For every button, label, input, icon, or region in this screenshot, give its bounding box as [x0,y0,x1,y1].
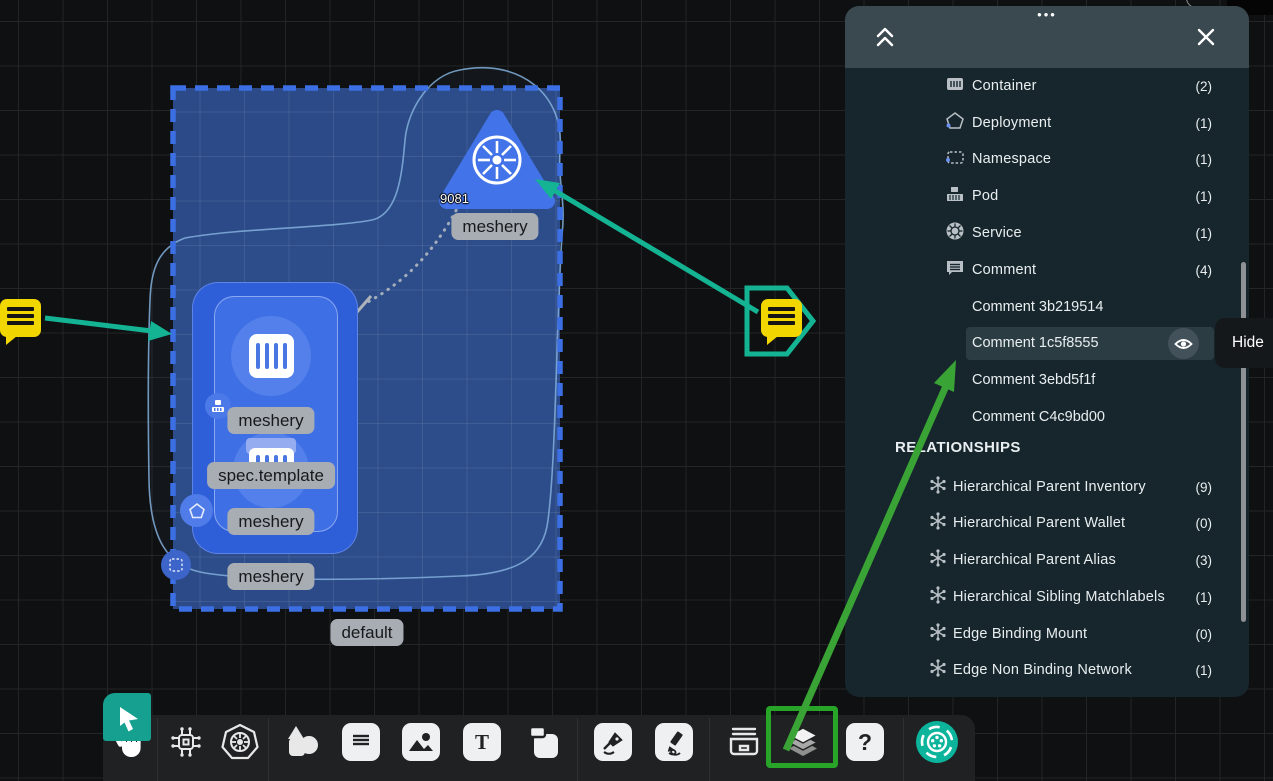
relationships-header: RELATIONSHIPS [895,439,1021,456]
component-tool-button[interactable] [167,723,205,761]
comment-tool-button[interactable] [342,723,380,761]
bottom-toolbar: T [103,715,975,781]
panel-row-pod[interactable]: Pod (1) [845,184,1249,208]
drawer-icon [726,725,762,759]
pod-template-label: spec.template [207,462,335,489]
image-tool-button[interactable] [402,723,440,761]
panel-row-service[interactable]: Service (1) [845,221,1249,245]
cursor-icon [113,703,141,731]
relationship-row[interactable]: Hierarchical Parent Wallet (0) [845,511,1249,535]
relationship-icon [928,548,948,568]
pen-icon [600,729,626,755]
panel-row-container[interactable]: Container (2) [845,74,1249,98]
elements-panel: Container (2) Deployment (1) Namespace (… [845,68,1249,697]
relationship-icon [928,511,948,531]
kubernetes-wheel-icon [474,137,520,183]
eye-icon [1174,337,1193,351]
image-icon [408,729,434,755]
pen-tool-button[interactable] [594,723,632,761]
relationship-icon [928,658,948,678]
panel-row-namespace[interactable]: Namespace (1) [845,147,1249,171]
panel-drag-handle[interactable]: ••• [845,7,1249,22]
frame-icon [526,724,562,760]
meshery-logo-icon [915,720,959,764]
container-icon [945,74,965,94]
namespace-icon [945,147,965,167]
relationship-row[interactable]: Hierarchical Sibling Matchlabels (1) [845,585,1249,609]
comment-node-left[interactable] [0,299,41,337]
text-tool-glyph: T [475,730,489,755]
comment-icon [945,258,965,278]
relationship-icon [928,622,948,642]
comment-item[interactable]: Comment 3b219514 [972,295,1103,319]
comment-icon [7,307,34,328]
meshery-design-canvas: meshery spec.template meshery meshery me… [0,0,1273,781]
pod-icon [945,184,965,204]
deployment-icon [945,111,965,131]
help-glyph: ? [858,729,872,756]
namespace-badge-icon [161,550,191,580]
panel-row-deployment[interactable]: Deployment (1) [845,111,1249,135]
relationship-icon [928,585,948,605]
hide-tooltip: Hide [1215,318,1273,368]
text-tool-button[interactable]: T [463,723,501,761]
kubernetes-tool-button[interactable] [221,723,259,761]
relationship-row[interactable]: Hierarchical Parent Inventory (9) [845,475,1249,499]
relationship-row[interactable]: Edge Non Binding Network (1) [845,658,1249,682]
comment-arrow-right [535,179,758,312]
relationship-row[interactable]: Edge Binding Mount (0) [845,622,1249,646]
deployment-label: meshery [227,563,314,590]
shapes-icon [283,723,321,761]
chip-icon [168,724,204,760]
container-label: meshery [227,407,314,434]
service-label: meshery [451,213,538,240]
pencil-icon [661,729,687,755]
deployment-badge-icon [180,494,213,527]
comment-icon [348,729,374,755]
relationship-row[interactable]: Hierarchical Parent Alias (3) [845,548,1249,572]
meshery-logo-button[interactable] [915,720,959,764]
visibility-toggle[interactable] [1168,328,1199,359]
drawer-tool-button[interactable] [725,723,763,761]
active-tool-highlight [766,706,838,768]
panel-row-comment[interactable]: Comment (4) [845,258,1249,282]
close-panel-icon[interactable] [1196,27,1216,47]
service-icon [945,221,965,241]
comment-icon [768,307,795,328]
comment-item[interactable]: Comment 3ebd5f1f [972,368,1095,392]
select-tool-button[interactable] [103,693,151,741]
shapes-tool-button[interactable] [283,723,321,761]
comment-item-highlighted[interactable]: Comment 1c5f8555 [972,331,1099,355]
elements-panel-header[interactable]: ••• [845,6,1249,68]
pod-label: meshery [227,508,314,535]
namespace-label: default [330,619,403,646]
comment-item[interactable]: Comment C4c9bd00 [972,405,1105,429]
collapse-panel-icon[interactable] [872,24,898,50]
frame-tool-button[interactable] [525,723,563,761]
help-button[interactable]: ? [846,723,884,761]
container-icon [249,334,294,378]
relationship-icon [928,475,948,495]
service-port-label: 9081 [440,191,469,206]
pencil-tool-button[interactable] [655,723,693,761]
kubernetes-icon [221,723,259,761]
comment-node-right[interactable] [761,299,802,337]
panel-scrollbar[interactable] [1241,262,1246,622]
